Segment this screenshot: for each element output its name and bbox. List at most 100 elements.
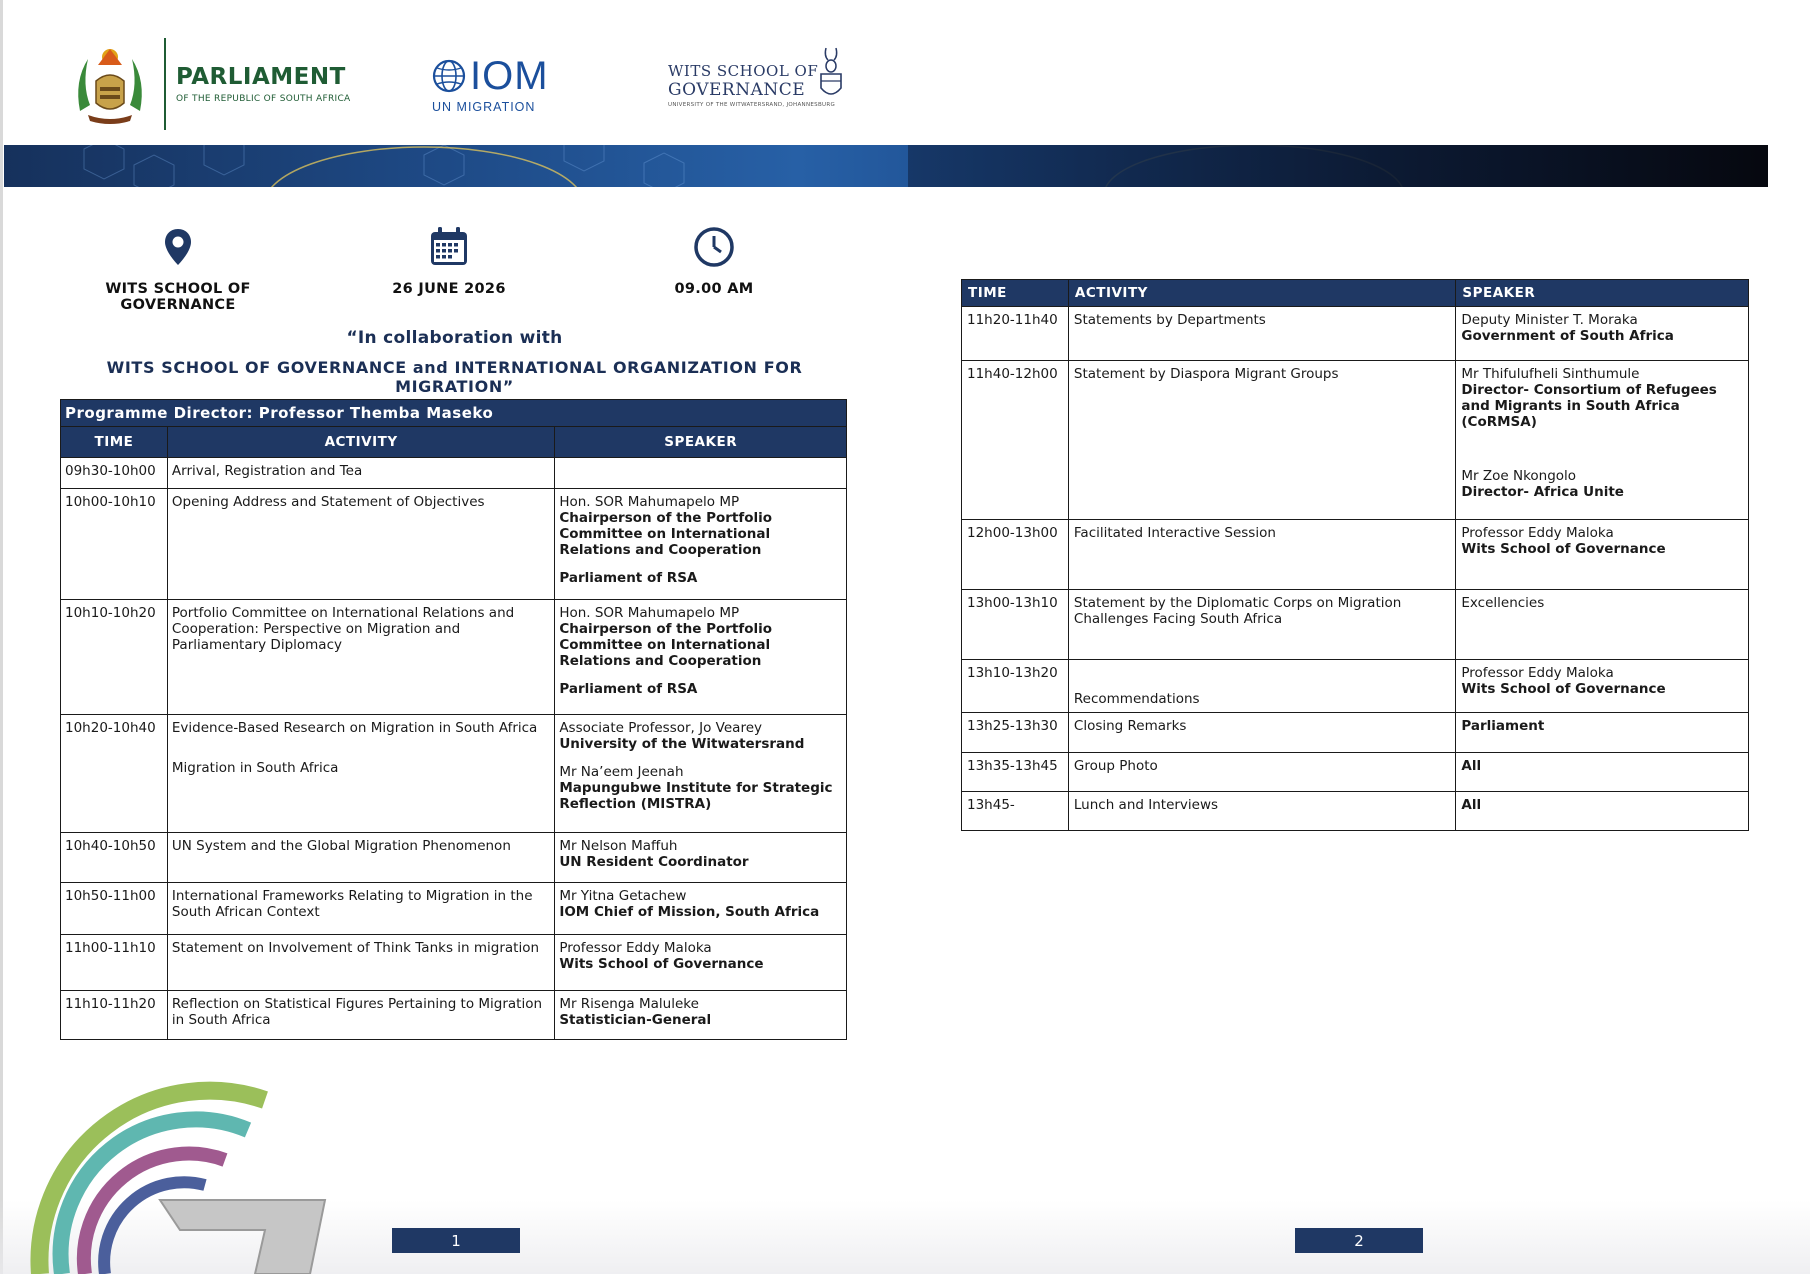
iom-title: IOM [470,54,549,98]
header-time: TIME [961,279,1069,307]
table-row: 12h00-13h00 Facilitated Interactive Sessi… [961,519,1749,590]
activity-cell: UN System and the Global Migration Pheno… [166,832,556,883]
speaker-name: Mr Thifulufheli Sinthumule [1461,366,1640,382]
table-row: 09h30-10h00 Arrival, Registration and Tea [60,457,847,489]
speaker-org: Statistician-General [559,1012,712,1028]
activity-text: Statements by Departments [1073,312,1266,328]
activity-cell: Statement on Involvement of Think Tanks … [166,934,556,991]
speaker-cell: Professor Eddy Maloka Wits School of Gove… [1455,519,1749,590]
activity-text: Statement on Involvement of Think Tanks … [171,940,540,956]
activity-cell: Facilitated Interactive Session [1067,519,1457,590]
table-row: 13h45- Lunch and Interviews All [961,791,1749,831]
activity-cell: Portfolio Committee on International Rel… [166,599,556,715]
activity-cell: Evidence-Based Research on Migration in … [166,714,556,833]
activity-text: Opening Address and Statement of Objecti… [171,494,485,510]
speaker-org: Parliament [1461,718,1545,734]
activity-cell: Opening Address and Statement of Objecti… [166,488,556,600]
time-cell: 10h00-10h10 [60,488,168,600]
speaker-cell: All [1455,752,1749,792]
activity-cell: Statement by the Diplomatic Corps on Mig… [1067,589,1457,660]
speaker-cell: Hon. SOR Mahumapelo MP Chairperson of the… [554,488,847,600]
table-row: 13h35-13h45 Group Photo All [961,752,1749,792]
speaker-cell [554,457,847,489]
wits-logo: WITS SCHOOL OF GOVERNANCE UNIVERSITY OF … [668,46,848,116]
banner-title-panel [908,145,1768,187]
activity-cell: Recommendations [1067,659,1457,713]
table-row: 10h40-10h50 UN System and the Global Migr… [60,832,847,883]
collaboration-line-2: WITS SCHOOL OF GOVERNANCE and INTERNATIO… [106,358,803,396]
activity-cell: Statement by Diaspora Migrant Groups [1067,360,1457,520]
activity-text: Recommendations [1073,691,1200,707]
speaker-org: All [1461,758,1482,774]
header-banner [4,145,1768,187]
speaker-org: All [1461,797,1482,813]
speaker-name: Hon. SOR Mahumapelo MP [559,494,740,510]
table-row: 10h10-10h20 Portfolio Committee on Intern… [60,599,847,715]
speaker-cell: All [1455,791,1749,831]
time-cell: 11h10-11h20 [60,990,168,1040]
speaker-org: UN Resident Coordinator [559,854,749,870]
time-cell: 10h10-10h20 [60,599,168,715]
speaker-name: Mr Zoe Nkongolo [1461,468,1577,484]
activity-cell: International Frameworks Relating to Mig… [166,882,556,935]
speaker-name: Mr Na’eem Jeenah [559,764,684,780]
speaker-cell: Mr Nelson Maffuh UN Resident Coordinator [554,832,847,883]
page-number-2: 2 [1295,1228,1423,1253]
speaker-org: IOM Chief of Mission, South Africa [559,904,820,920]
header-activity: ACTIVITY [1067,279,1457,307]
speaker-name: Mr Nelson Maffuh [559,838,678,854]
activity-text: Portfolio Committee on International Rel… [171,605,515,653]
wits-crest-icon [820,47,842,95]
programme-director-row: Programme Director: Professor Themba Mas… [60,399,847,427]
activity-text: Statement by Diaspora Migrant Groups [1073,366,1339,382]
globe-icon [432,59,466,93]
speaker-org: Parliament of RSA [559,681,698,697]
time-cell: 13h10-13h20 [961,659,1069,713]
page-edge [0,0,3,1274]
table-row: 10h20-10h40 Evidence-Based Research on Mi… [60,714,847,833]
speaker-name: Professor Eddy Maloka [1461,665,1614,681]
speaker-org: Parliament of RSA [559,570,698,586]
header-time: TIME [60,426,168,458]
speaker-cell: Excellencies [1455,589,1749,660]
speaker-name: Professor Eddy Maloka [559,940,712,956]
symposium-title: PARLIAMENTARY SYMPOSIUM ON MIGRATION AND… [955,10,1654,31]
header-activity: ACTIVITY [166,426,556,458]
table-row: 10h50-11h00 International Frameworks Rela… [60,882,847,935]
activity-text: International Frameworks Relating to Mig… [171,888,533,920]
header-speaker: SPEAKER [554,426,847,458]
time-cell: 12h00-13h00 [961,519,1069,590]
date-text: 26 JUNE 2026 [392,281,506,297]
page-number-1: 1 [392,1228,520,1253]
activity-cell: Closing Remarks [1067,712,1457,753]
table-header-row: TIME ACTIVITY SPEAKER [60,426,847,458]
time-cell: 13h35-13h45 [961,752,1069,792]
speaker-cell: Professor Eddy Maloka Wits School of Gove… [1455,659,1749,713]
speaker-name: Professor Eddy Maloka [1461,525,1614,541]
time-cell: 13h00-13h10 [961,589,1069,660]
activity-text: Closing Remarks [1073,718,1187,734]
logo-row: PARLIAMENT OF THE REPUBLIC OF SOUTH AFRI… [70,34,870,134]
table-row: 11h00-11h10 Statement on Involvement of T… [60,934,847,991]
time-cell: 11h00-11h10 [60,934,168,991]
speaker-org: Chairperson of the Portfolio Committee o… [559,510,773,558]
activity-cell: Group Photo [1067,752,1457,792]
table-header-row: TIME ACTIVITY SPEAKER [961,279,1749,307]
time-cell: 10h50-11h00 [60,882,168,935]
speaker-name: Deputy Minister T. Moraka [1461,312,1638,328]
table-row: 11h20-11h40 Statements by Departments Depu… [961,306,1749,361]
table-row: 13h25-13h30 Closing Remarks Parliament [961,712,1749,753]
speaker-name: Mr Yitna Getachew [559,888,687,904]
calendar-icon [431,227,467,265]
g-logo-icon [30,1081,327,1274]
speaker-cell: Parliament [1455,712,1749,753]
clock-icon [694,227,734,267]
collaboration-line-1: “In collaboration with [346,328,563,348]
activity-sub-text: Migration in South Africa [171,760,339,776]
activity-text: Statement by the Diplomatic Corps on Mig… [1073,595,1402,627]
iom-subtitle: UN MIGRATION [432,100,536,114]
speaker-cell: Mr Yitna Getachew IOM Chief of Mission, S… [554,882,847,935]
